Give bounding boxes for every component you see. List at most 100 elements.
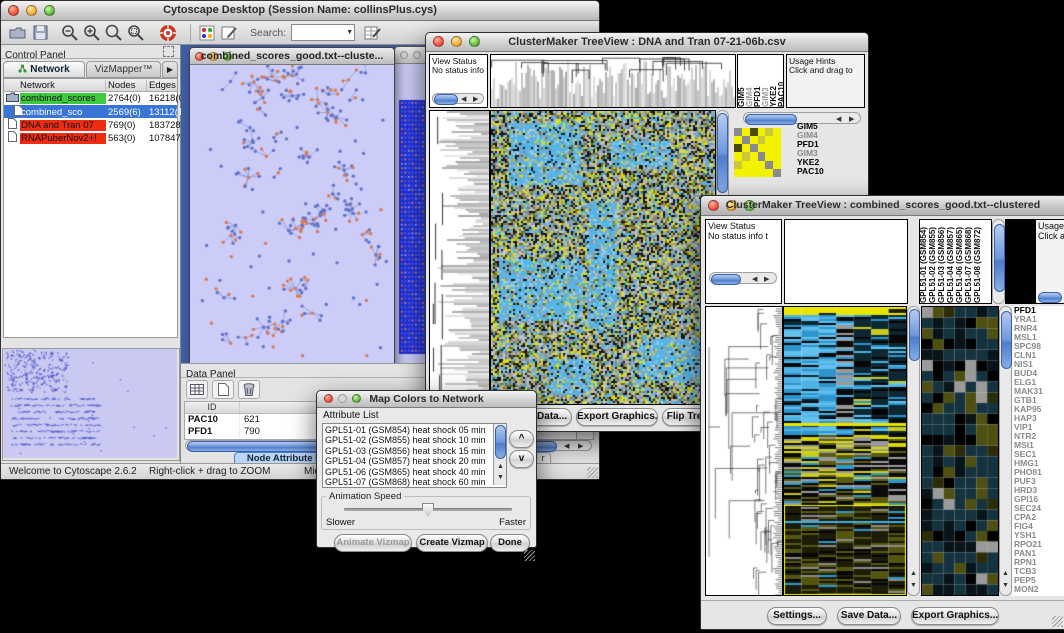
tv1-export-graphics-button[interactable]: Export Graphics...	[576, 408, 658, 426]
matrix-cell[interactable]	[758, 136, 766, 144]
attribute-list-item[interactable]: GPL51-04 (GSM857) heat shock 20 min	[325, 456, 504, 466]
scroll-up-icon[interactable]: ▲	[497, 462, 504, 471]
matrix-cell[interactable]	[765, 136, 773, 144]
attribute-list-item[interactable]: GPL51-01 (GSM854) heat shock 05 min	[325, 425, 504, 435]
matrix-cell[interactable]	[758, 144, 766, 152]
tv1-status-hscrollbar[interactable]: ◀ ▶	[432, 93, 484, 104]
attribute-list-vscrollbar[interactable]: ▲ ▼	[493, 424, 506, 485]
matrix-cell[interactable]	[742, 136, 750, 144]
matrix-cell[interactable]	[750, 144, 758, 152]
move-up-button[interactable]: ^	[509, 430, 534, 448]
move-down-button[interactable]: v	[509, 450, 534, 468]
matrix-cell[interactable]	[773, 161, 781, 169]
matrix-cell[interactable]	[742, 161, 750, 169]
matrix-cell[interactable]	[742, 144, 750, 152]
scroll-left-icon[interactable]: ◀	[461, 95, 466, 104]
tv1-heatmap[interactable]	[490, 110, 716, 405]
matrix-cell[interactable]	[750, 136, 758, 144]
vizmapper-icon[interactable]	[196, 23, 218, 43]
attribute-list-item[interactable]: GPL51-07 (GSM868) heat shock 60 min	[325, 477, 504, 487]
tv2-settings-button[interactable]: Settings...	[767, 607, 827, 625]
tv2-save-data-button[interactable]: Save Data...	[837, 607, 901, 625]
search-dropdown-icon[interactable]: ▼	[346, 26, 353, 39]
matrix-cell[interactable]	[765, 169, 773, 177]
create-vizmap-button[interactable]: Create Vizmap	[416, 534, 488, 552]
tv2-heatmap[interactable]	[783, 306, 907, 596]
matrix-cell[interactable]	[765, 152, 773, 160]
tv2-export-graphics-button[interactable]: Export Graphics...	[911, 607, 999, 625]
matrix-cell[interactable]	[742, 152, 750, 160]
tab-overflow-arrow[interactable]: ▶	[162, 61, 178, 78]
matrix-cell[interactable]	[750, 161, 758, 169]
matrix-cell[interactable]	[773, 144, 781, 152]
network-row[interactable]: combined_scores2764(0)16218(0)	[4, 92, 177, 105]
network-row[interactable]: RNAPuberNov2+!563(0)107847(0)	[4, 131, 177, 144]
zoom-selected-icon[interactable]	[125, 23, 147, 43]
network-table-header[interactable]: Network Nodes Edges	[4, 79, 177, 92]
tv2-title-bar[interactable]: ClusterMaker TreeView : combined_scores_…	[701, 196, 1064, 216]
open-session-button[interactable]	[7, 23, 29, 43]
tv1-row-dendrogram[interactable]	[429, 110, 490, 405]
matrix-cell[interactable]	[750, 169, 758, 177]
tv2-labels-vscrollbar[interactable]	[992, 219, 1005, 304]
tv1-column-dendrogram[interactable]	[490, 54, 736, 108]
scroll-down-icon[interactable]: ▼	[910, 581, 917, 590]
scroll-right-icon[interactable]: ▶	[578, 442, 583, 451]
matrix-cell[interactable]	[758, 169, 766, 177]
animate-vizmap-button[interactable]: Animate Vizmap	[334, 534, 412, 552]
matrix-cell[interactable]	[758, 161, 766, 169]
dialog-title-bar[interactable]: Map Colors to Network	[317, 391, 536, 408]
matrix-cell[interactable]	[734, 169, 742, 177]
scroll-right-icon[interactable]: ▶	[764, 275, 769, 284]
resize-grip[interactable]	[1052, 616, 1063, 627]
network-row[interactable]: DNA and Tran 07769(0)183728(0)	[4, 118, 177, 131]
network-row[interactable]: combined_sco2569(6)13112(15)	[4, 105, 177, 118]
tv2-status-hscrollbar[interactable]: ◀ ▶	[709, 272, 777, 284]
matrix-cell[interactable]	[734, 152, 742, 160]
matrix-cell[interactable]	[734, 128, 742, 136]
scroll-left-icon[interactable]: ◀	[752, 275, 757, 284]
tv2-heatmap-vscrollbar[interactable]: ▲ ▼	[907, 306, 920, 596]
network-window-a[interactable]: combined_scores_good.txt--cluste...	[189, 47, 395, 363]
tab-network[interactable]: Network	[3, 61, 85, 78]
close-button[interactable]	[400, 51, 408, 59]
edit-attributes-icon[interactable]	[361, 23, 383, 43]
scroll-up-icon[interactable]: ▲	[910, 569, 917, 578]
matrix-cell[interactable]	[758, 152, 766, 160]
network-view-a-canvas[interactable]	[190, 65, 392, 363]
tab-vizmapper[interactable]: VizMapper™	[86, 61, 161, 78]
zoom-in-icon[interactable]	[81, 23, 103, 43]
matrix-cell[interactable]	[758, 128, 766, 136]
attribute-list-item[interactable]: GPL51-06 (GSM865) heat shock 40 min	[325, 467, 504, 477]
zoom-out-icon[interactable]	[59, 23, 81, 43]
resize-grip[interactable]	[524, 550, 535, 561]
scroll-left-icon[interactable]: ◀	[564, 442, 569, 451]
delete-attribute-trash-icon[interactable]	[238, 380, 260, 399]
matrix-cell[interactable]	[742, 169, 750, 177]
matrix-cell[interactable]	[750, 128, 758, 136]
matrix-cell[interactable]	[734, 161, 742, 169]
attribute-list-item[interactable]: GPL51-03 (GSM856) heat shock 15 min	[325, 446, 504, 456]
search-input[interactable]: ▼	[291, 24, 355, 41]
matrix-cell[interactable]	[765, 161, 773, 169]
zoom-fit-icon[interactable]	[103, 23, 125, 43]
main-title-bar[interactable]: Cytoscape Desktop (Session Name: collins…	[1, 1, 599, 21]
matrix-cell[interactable]	[734, 136, 742, 144]
matrix-cell[interactable]	[773, 169, 781, 177]
matrix-cell[interactable]	[773, 136, 781, 144]
matrix-cell[interactable]	[765, 128, 773, 136]
scroll-right-icon[interactable]: ▶	[473, 95, 478, 104]
scroll-up-icon[interactable]: ▲	[1002, 569, 1009, 578]
scroll-down-icon[interactable]: ▼	[1002, 581, 1009, 590]
annotation-icon[interactable]	[218, 23, 240, 43]
new-attribute-icon[interactable]	[212, 380, 234, 399]
animation-speed-slider[interactable]	[344, 508, 512, 511]
tv2-column-dendrogram[interactable]	[784, 219, 908, 304]
save-session-button[interactable]	[29, 23, 51, 43]
tv2-zoom-vscrollbar[interactable]: ▲ ▼	[999, 306, 1012, 596]
matrix-cell[interactable]	[765, 144, 773, 152]
slider-thumb[interactable]	[422, 503, 434, 516]
matrix-cell[interactable]	[773, 128, 781, 136]
tv1-title-bar[interactable]: ClusterMaker TreeView : DNA and Tran 07-…	[426, 33, 868, 52]
tv1-mini-matrix[interactable]	[734, 128, 781, 177]
